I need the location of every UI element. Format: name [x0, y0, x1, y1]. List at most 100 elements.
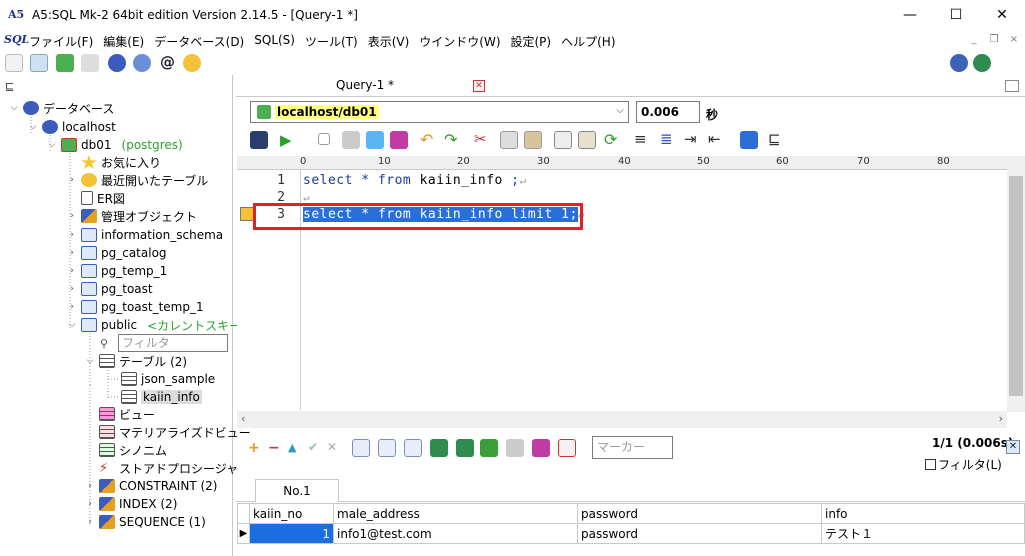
collapse-icon[interactable]: ⌵ — [46, 140, 58, 150]
tree-item-schema[interactable]: › pg_temp_1 — [66, 262, 167, 280]
record-view-icon[interactable] — [558, 439, 576, 457]
tree-item-matview[interactable]: マテリアライズドビュー — [84, 423, 251, 441]
tree-item-schema[interactable]: › pg_catalog — [66, 244, 167, 262]
menu-database[interactable]: データベース(D) — [151, 33, 251, 50]
tree-item-recent[interactable]: › 最近開いたテーブル — [66, 171, 208, 189]
menu-view[interactable]: 表示(V) — [365, 33, 417, 50]
find-icon[interactable] — [554, 131, 572, 149]
table-row[interactable]: ▶ 1 info1@test.com password テスト１ — [237, 523, 1025, 544]
tree-item-index[interactable]: › INDEX (2) — [84, 495, 177, 513]
tree-toggle-icon[interactable]: ⊑ — [5, 80, 14, 93]
export-ab-icon[interactable] — [342, 131, 360, 149]
tree-item-constraint[interactable]: › CONSTRAINT (2) — [84, 477, 217, 495]
move-up-icon[interactable]: ▲ — [288, 441, 296, 454]
collapse-icon[interactable]: ⌵ — [27, 122, 39, 132]
globe-icon[interactable] — [973, 54, 991, 72]
connection-select[interactable]: localhost/db01 ⌵ — [250, 101, 629, 123]
align-icon[interactable]: ≣ — [660, 130, 673, 148]
menu-settings[interactable]: 設定(P) — [508, 33, 559, 50]
tree-item-schema[interactable]: › information_schema — [66, 226, 223, 244]
gear-icon[interactable] — [133, 54, 151, 72]
expand-icon[interactable]: › — [66, 248, 78, 258]
grid-cell[interactable]: テスト１ — [821, 523, 1025, 544]
expand-icon[interactable]: › — [66, 175, 78, 185]
explain-icon[interactable] — [390, 131, 408, 149]
copy-icon[interactable] — [500, 131, 518, 149]
grid-cell[interactable]: info1@test.com — [333, 523, 578, 544]
stop-icon[interactable] — [318, 133, 330, 145]
marker-input[interactable]: マーカー — [592, 436, 673, 459]
add-row-icon[interactable]: + — [248, 440, 260, 456]
outdent-icon[interactable]: ⇤ — [708, 130, 721, 148]
indent-icon[interactable]: ⇥ — [684, 130, 697, 148]
expand-icon[interactable]: › — [84, 517, 96, 527]
collapse-icon[interactable]: ⌵ — [66, 320, 78, 330]
menu-tools[interactable]: ツール(T) — [302, 33, 365, 50]
explain-icon[interactable] — [532, 439, 550, 457]
tree-item-db01[interactable]: ⌵ db01 (postgres) — [46, 136, 183, 154]
tree-item-public[interactable]: ⌵ public <カレントスキーマ — [66, 316, 253, 334]
cancel-icon[interactable]: ✕ — [327, 440, 337, 454]
menu-edit[interactable]: 編集(E) — [100, 33, 151, 50]
tree-item-tables[interactable]: ⌵ テーブル (2) — [84, 352, 187, 370]
save-icon[interactable] — [250, 131, 268, 149]
tree-item-er[interactable]: ER図 — [66, 189, 125, 207]
column-header[interactable]: male_address — [333, 503, 578, 524]
tab-query-1[interactable]: Query-1 * — [336, 78, 394, 92]
menu-sql[interactable]: SQL(S) — [251, 33, 302, 50]
apply-icon[interactable]: ✔ — [308, 440, 318, 454]
expand-icon[interactable]: › — [66, 211, 78, 221]
window-tile-icon[interactable] — [1005, 80, 1019, 92]
editor-horizontal-scrollbar[interactable]: ‹ › — [237, 411, 1007, 428]
schema-view-icon[interactable] — [740, 131, 758, 149]
tab-result-1[interactable]: No.1 — [255, 479, 339, 502]
help-icon[interactable] — [950, 54, 968, 72]
chevron-right-icon[interactable]: › — [999, 412, 1003, 425]
minimize-button[interactable]: — — [887, 0, 933, 30]
clock-icon[interactable] — [183, 54, 201, 72]
code-line[interactable]: select * from kaiin_info ;↵ — [303, 173, 527, 188]
refresh-icon[interactable]: ⟳ — [604, 130, 617, 149]
export-excel-all-icon[interactable] — [456, 439, 474, 457]
undo-icon[interactable]: ↶ — [420, 130, 433, 149]
expand-icon[interactable]: › — [84, 481, 96, 491]
collapse-icon[interactable]: ⌵ — [8, 103, 20, 113]
tree-filter-input[interactable]: フィルタ — [118, 334, 228, 352]
new-file-icon[interactable] — [5, 54, 23, 72]
column-header[interactable]: info — [821, 503, 1025, 524]
tree-item-synonym[interactable]: シノニム — [84, 441, 167, 459]
menu-window[interactable]: ウインドウ(W) — [416, 33, 507, 50]
export-csv-icon[interactable] — [352, 439, 370, 457]
close-button[interactable]: ✕ — [979, 0, 1025, 30]
database-connect-icon[interactable] — [56, 54, 74, 72]
grid-cell[interactable]: 1 — [249, 523, 334, 544]
delete-row-icon[interactable]: − — [268, 440, 280, 456]
database-icon[interactable] — [108, 54, 126, 72]
menu-file[interactable]: ファイル(F) — [26, 33, 100, 50]
tree-item-localhost[interactable]: ⌵ localhost — [27, 118, 116, 136]
mdi-minimize-button[interactable]: _ — [966, 34, 982, 48]
tree-root-databases[interactable]: ⌵ データベース — [8, 99, 114, 117]
menu-help[interactable]: ヘルプ(H) — [558, 33, 622, 50]
tree-item-schema[interactable]: › pg_toast — [66, 280, 153, 298]
tree-item-stored[interactable]: ⚡ ストアドプロシージャ — [84, 459, 238, 477]
checkbox-icon[interactable] — [925, 459, 936, 470]
open-folder-icon[interactable] — [30, 54, 48, 72]
filter-checkbox[interactable]: フィルタ(L) — [925, 456, 1002, 473]
expand-icon[interactable]: › — [66, 266, 78, 276]
cut-icon[interactable]: ✂ — [474, 130, 487, 148]
tree-item-admin[interactable]: › 管理オブジェクト — [66, 207, 197, 225]
scrollbar-thumb[interactable] — [1009, 176, 1023, 396]
tree-item-table[interactable]: json_sample — [106, 370, 215, 388]
tree-item-favorites[interactable]: お気に入り — [66, 153, 161, 171]
export-html-icon[interactable] — [480, 439, 498, 457]
expand-icon[interactable]: › — [66, 284, 78, 294]
paste-icon[interactable] — [524, 131, 542, 149]
database-disconnect-icon[interactable] — [81, 54, 99, 72]
maximize-button[interactable]: ☐ — [933, 0, 979, 30]
grid-cell[interactable]: password — [577, 523, 822, 544]
align-left-icon[interactable]: ≡ — [634, 130, 647, 148]
export-excel-icon[interactable] — [430, 439, 448, 457]
close-panel-icon[interactable]: ✕ — [1006, 440, 1020, 454]
collapse-icon[interactable]: ⌵ — [84, 356, 96, 366]
